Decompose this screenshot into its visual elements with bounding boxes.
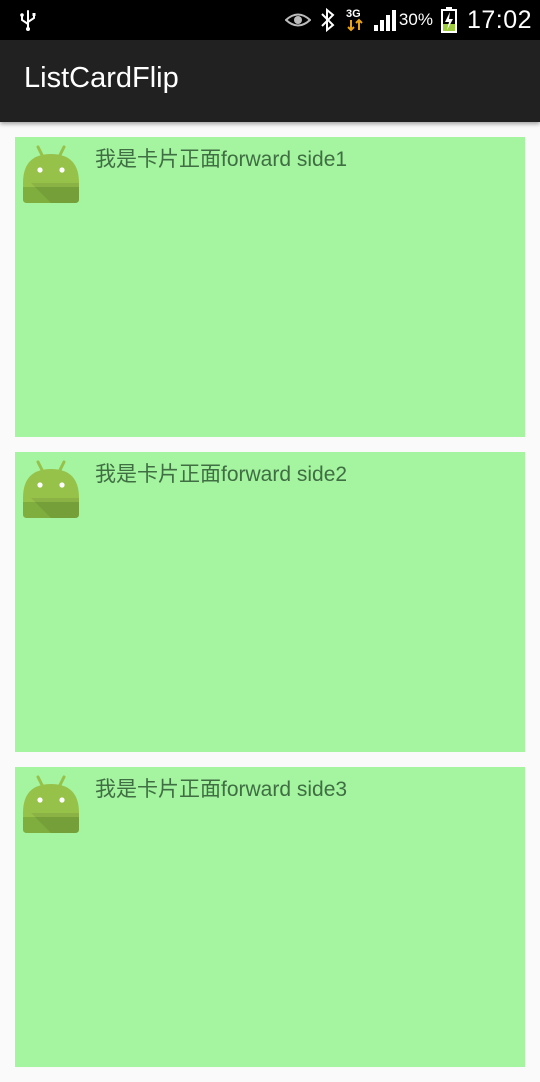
card-2[interactable]: 我是卡片正面forward side2 [15, 452, 525, 752]
card-3[interactable]: 我是卡片正面forward side3 [15, 767, 525, 1067]
signal-icon [373, 10, 396, 31]
card-list[interactable]: 我是卡片正面forward side1 我是卡片正面forward side2 … [15, 137, 525, 1082]
bluetooth-icon [321, 8, 335, 32]
eye-icon [284, 13, 311, 27]
card-text: 我是卡片正面forward side3 [95, 778, 348, 801]
card-1[interactable]: 我是卡片正面forward side1 [15, 137, 525, 437]
clock: 17:02 [466, 5, 532, 34]
android-robot-icon [23, 145, 79, 203]
app-title: ListCardFlip [24, 62, 179, 94]
android-robot-icon [23, 775, 79, 833]
android-robot-icon [23, 460, 79, 518]
battery-percent: 30% [398, 10, 433, 29]
battery-charging-icon [440, 7, 457, 33]
card-text: 我是卡片正面forward side1 [95, 148, 348, 171]
network-type-label: 3G [346, 8, 361, 20]
usb-icon [20, 10, 36, 31]
app-bar: ListCardFlip [0, 40, 540, 122]
3g-data-icon: 3G [346, 8, 363, 32]
status-icons: 3G 30% 17:02 [277, 0, 532, 40]
card-text: 我是卡片正面forward side2 [95, 463, 348, 486]
status-bar: 3G 30% 17:02 [0, 0, 540, 40]
